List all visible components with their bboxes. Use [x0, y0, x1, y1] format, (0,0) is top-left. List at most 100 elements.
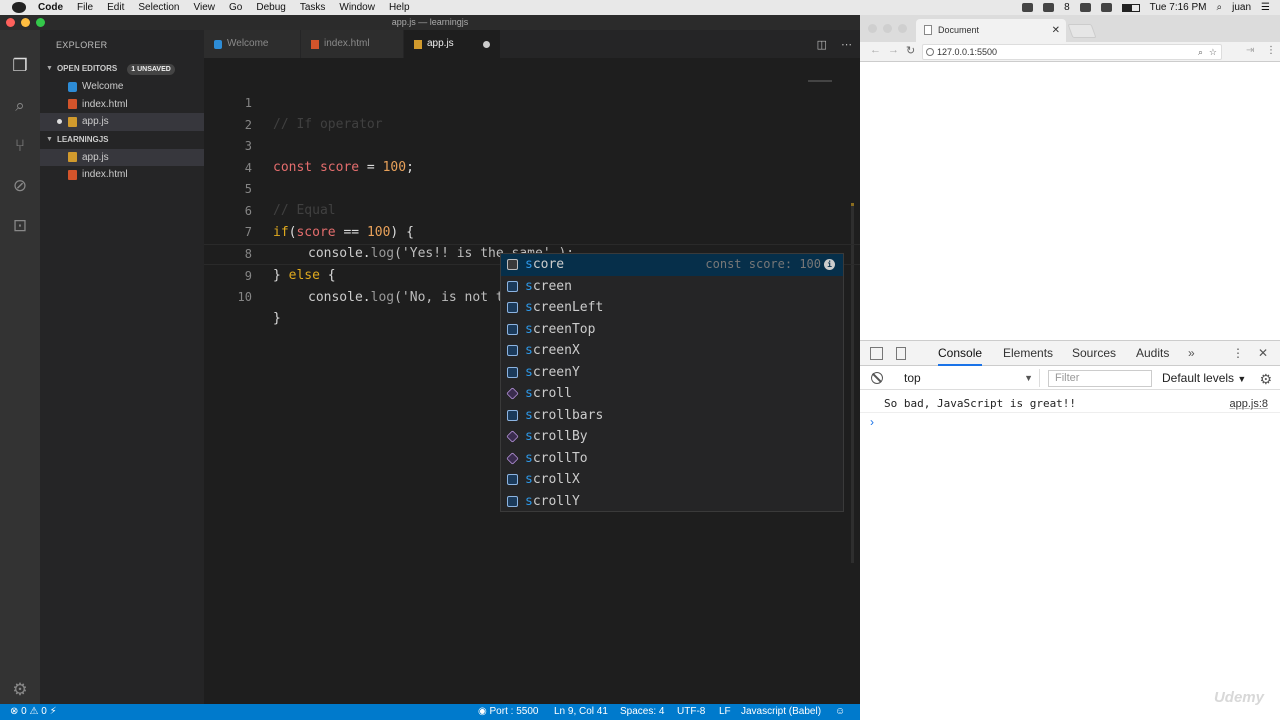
settings-gear-icon[interactable]: ⚙ — [10, 680, 30, 700]
zoom-window-button[interactable] — [898, 24, 907, 33]
info-icon[interactable] — [926, 48, 934, 56]
close-window-button[interactable] — [6, 18, 15, 27]
notification-center-icon[interactable]: ☰ — [1261, 2, 1270, 13]
info-icon[interactable]: i — [824, 259, 835, 270]
chrome-menu-icon[interactable]: ⋮ — [1266, 45, 1276, 56]
forward-icon[interactable]: → — [888, 44, 899, 56]
inspect-element-icon[interactable] — [870, 347, 883, 360]
tab-index-html[interactable]: index.html — [301, 30, 403, 58]
suggestion-item[interactable]: screenY — [501, 362, 843, 384]
console-prompt[interactable]: › — [870, 415, 874, 429]
volume-icon[interactable] — [1100, 3, 1112, 12]
menu-help[interactable]: Help — [389, 2, 410, 13]
file-index-html[interactable]: index.html — [40, 166, 204, 184]
context-selector[interactable]: top ▼ — [896, 369, 1040, 387]
tab-console[interactable]: Console — [938, 341, 983, 366]
file-app-js[interactable]: app.js — [40, 148, 204, 166]
tab-app-js[interactable]: app.js — [404, 30, 500, 58]
screen-record-icon[interactable] — [1022, 3, 1034, 12]
cursor-position[interactable]: Ln 9, Col 41 — [554, 704, 608, 720]
unsaved-dot-icon[interactable] — [483, 41, 490, 48]
open-editors-header[interactable]: ▼ OPEN EDITORS 1 UNSAVED — [40, 60, 204, 78]
device-toolbar-icon[interactable] — [896, 347, 906, 360]
suggestion-item[interactable]: scrollBy — [501, 426, 843, 448]
extension-icon[interactable]: ⇥ — [1246, 45, 1254, 56]
problems-indicator[interactable]: ⊗ 0 ⚠ 0 ⚡ — [10, 704, 57, 720]
menu-edit[interactable]: Edit — [107, 2, 124, 13]
menu-tasks[interactable]: Tasks — [300, 2, 326, 13]
tab-audits[interactable]: Audits — [1136, 341, 1169, 366]
tab-welcome[interactable]: Welcome — [204, 30, 300, 58]
suggestion-item[interactable]: screenX — [501, 340, 843, 362]
line-ending[interactable]: LF — [719, 704, 731, 720]
battery-icon[interactable] — [1121, 3, 1140, 12]
suggestion-item[interactable]: scrollX — [501, 469, 843, 491]
js-file-icon — [414, 39, 422, 49]
menu-view[interactable]: View — [194, 2, 216, 13]
suggestion-item[interactable]: scrollbars — [501, 405, 843, 427]
wifi-icon[interactable] — [1079, 3, 1091, 12]
suggestion-item[interactable]: scroll — [501, 383, 843, 405]
page-viewport[interactable] — [860, 63, 1280, 340]
menu-app-code[interactable]: Code — [38, 2, 63, 13]
suggestion-item[interactable]: screenLeft — [501, 297, 843, 319]
reload-icon[interactable]: ↻ — [906, 44, 915, 57]
suggestion-item[interactable]: screen — [501, 276, 843, 298]
bookmark-star-icon[interactable]: ☆ — [1209, 45, 1217, 59]
feedback-icon[interactable]: ☺ — [835, 704, 845, 720]
tab-elements[interactable]: Elements — [1003, 341, 1053, 366]
debug-icon[interactable]: ⊘ — [10, 176, 30, 196]
menu-debug[interactable]: Debug — [256, 2, 285, 13]
minimize-window-button[interactable] — [883, 24, 892, 33]
devtools-menu-icon[interactable]: ⋮ — [1232, 341, 1244, 366]
explorer-icon[interactable]: ❐ — [10, 56, 30, 76]
console-settings-icon[interactable]: ⚙ — [1259, 371, 1272, 388]
console-source-link[interactable]: app.js:8 — [1229, 395, 1268, 413]
log-levels-dropdown[interactable]: Default levels ▼ — [1162, 369, 1246, 388]
menu-go[interactable]: Go — [229, 2, 242, 13]
clock[interactable]: Tue 7:16 PM — [1150, 2, 1207, 13]
spotlight-icon[interactable]: ⌕ — [1217, 2, 1223, 13]
suggestion-item[interactable]: scrollY — [501, 491, 843, 513]
menu-selection[interactable]: Selection — [138, 2, 179, 13]
menu-window[interactable]: Window — [339, 2, 375, 13]
open-editor-index-html[interactable]: index.html — [40, 96, 204, 114]
live-server-port[interactable]: ◉ Port : 5500 — [478, 704, 538, 720]
browser-tab-document[interactable]: Document ✕ — [916, 19, 1066, 42]
tray-number[interactable]: 8 — [1064, 2, 1070, 13]
extensions-icon[interactable]: ⊡ — [10, 216, 30, 236]
new-tab-button[interactable] — [1067, 24, 1097, 38]
search-icon[interactable]: ⌕ — [10, 96, 30, 116]
open-editor-welcome[interactable]: Welcome — [40, 78, 204, 96]
variable-icon — [507, 259, 518, 270]
apple-menu-icon[interactable] — [12, 2, 26, 13]
menu-file[interactable]: File — [77, 2, 93, 13]
user-name[interactable]: juan — [1232, 2, 1251, 13]
suggestion-item[interactable]: scrollTo — [501, 448, 843, 470]
close-tab-icon[interactable]: ✕ — [1052, 19, 1060, 42]
back-icon[interactable]: ← — [870, 44, 881, 56]
minimize-window-button[interactable] — [21, 18, 30, 27]
tab-sources[interactable]: Sources — [1072, 341, 1116, 366]
close-devtools-icon[interactable]: ✕ — [1258, 341, 1268, 366]
open-editor-app-js[interactable]: app.js — [40, 113, 204, 131]
dropbox-icon[interactable] — [1043, 3, 1055, 12]
language-mode[interactable]: Javascript (Babel) — [741, 704, 821, 720]
indentation[interactable]: Spaces: 4 — [620, 704, 664, 720]
suggestion-label: screenY — [525, 364, 580, 380]
zoom-window-button[interactable] — [36, 18, 45, 27]
suggestion-item[interactable]: screenTop — [501, 319, 843, 341]
split-editor-icon[interactable]: ◫ — [817, 38, 827, 51]
console-filter-input[interactable]: Filter — [1048, 370, 1152, 387]
address-bar[interactable]: 127.0.0.1:5500 ⌕ ☆ — [922, 44, 1222, 60]
source-control-icon[interactable]: ⑂ — [10, 136, 30, 156]
clear-console-icon[interactable] — [871, 372, 883, 384]
zoom-icon[interactable]: ⌕ — [1198, 45, 1203, 59]
more-actions-icon[interactable]: ⋯ — [841, 38, 852, 51]
folder-header[interactable]: ▼ LEARNINGJS — [40, 131, 204, 149]
close-window-button[interactable] — [868, 24, 877, 33]
encoding[interactable]: UTF-8 — [677, 704, 705, 720]
more-tabs-icon[interactable]: » — [1188, 341, 1195, 366]
suggestion-item[interactable]: score const score: 100 i — [501, 254, 843, 276]
method-icon — [506, 451, 519, 465]
